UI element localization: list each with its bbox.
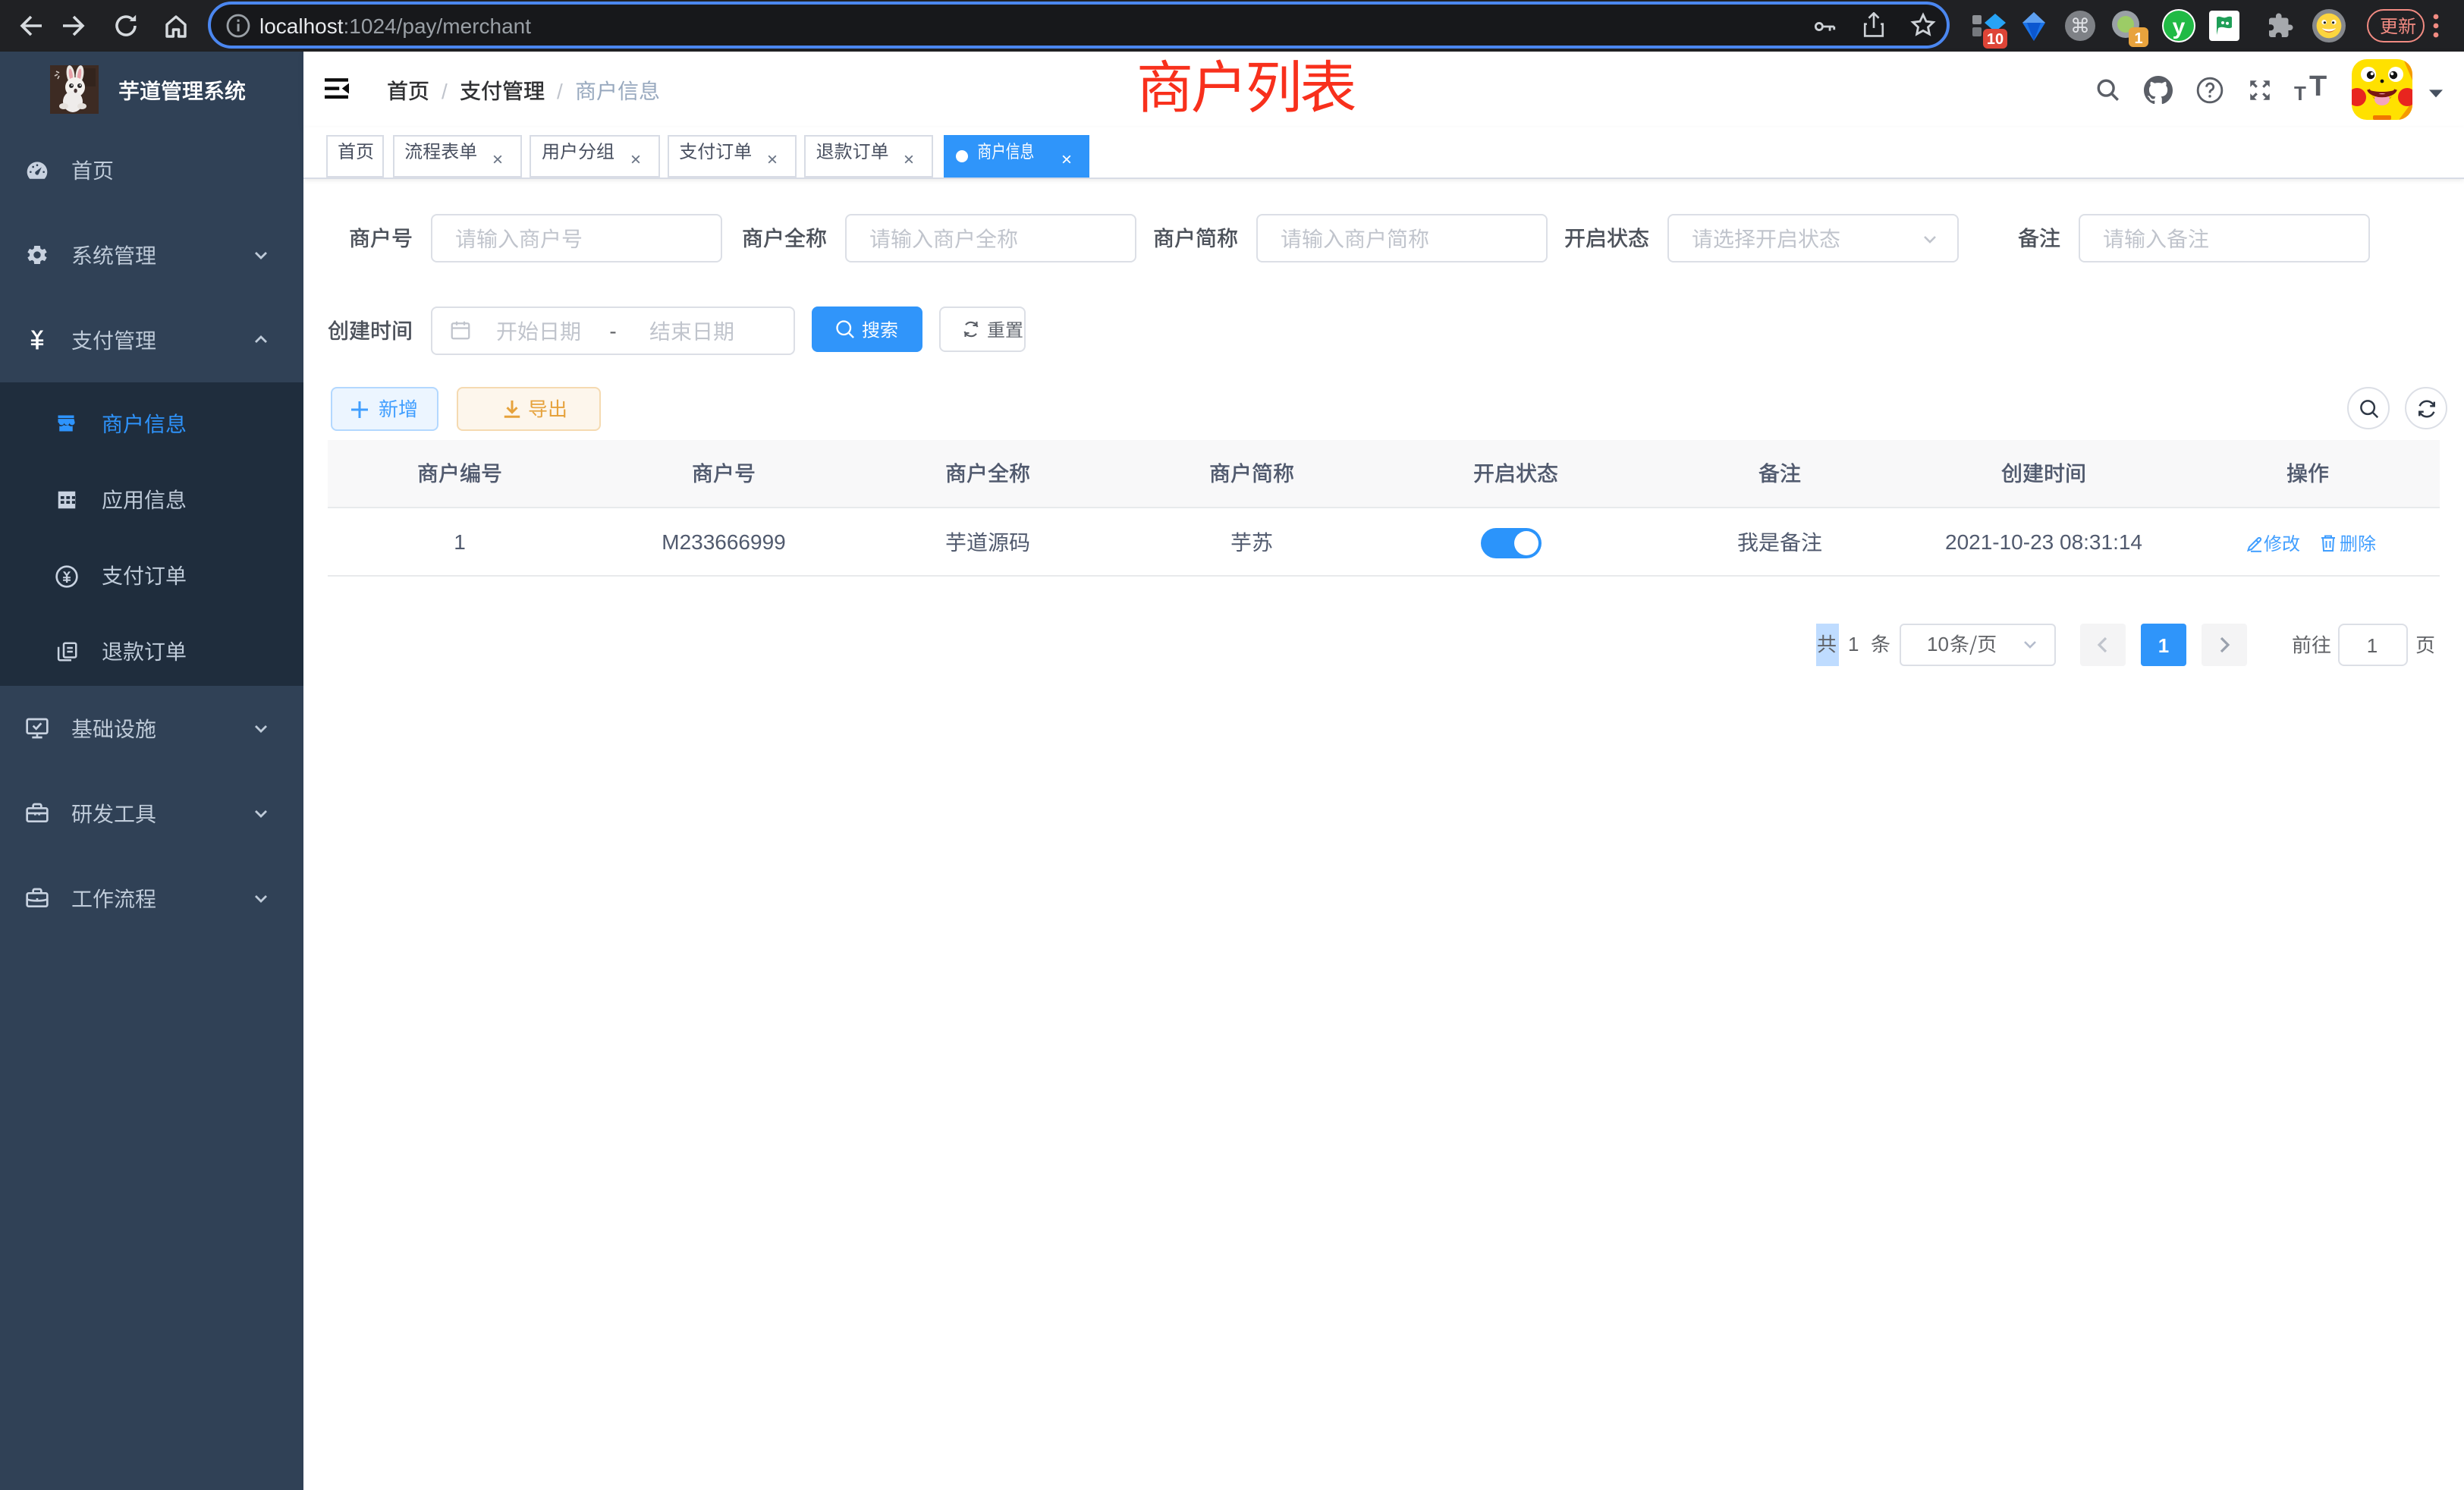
svg-text:1: 1 <box>2134 30 2142 47</box>
svg-text:y: y <box>2173 14 2186 39</box>
svg-text:10: 10 <box>1987 31 2004 48</box>
svg-text:⌘: ⌘ <box>2070 14 2090 37</box>
